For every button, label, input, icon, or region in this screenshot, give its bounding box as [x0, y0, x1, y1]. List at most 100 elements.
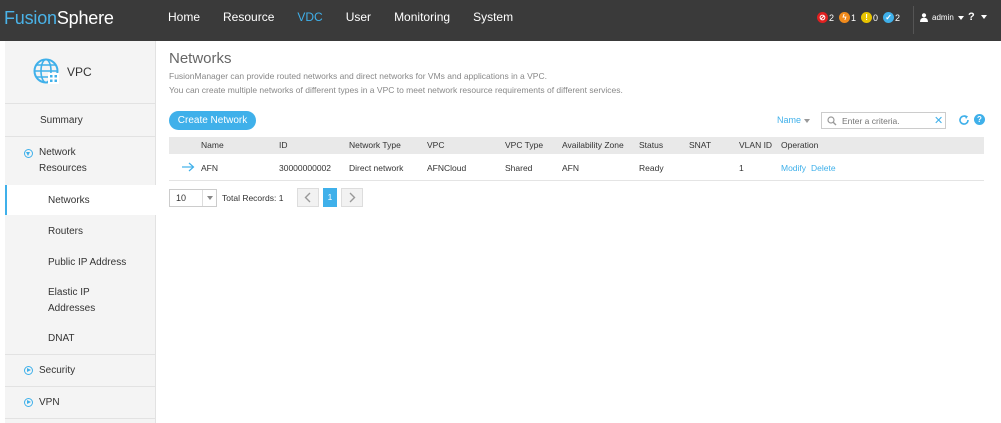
sidebar-item-label-line2: Addresses	[48, 303, 96, 314]
main-nav: Home Resource VDC User Monitoring System	[168, 10, 536, 24]
networks-table: Name ID Network Type VPC VPC Type Availa…	[169, 137, 984, 181]
column-header-network-type[interactable]: Network Type	[349, 140, 401, 150]
chevron-down-icon	[957, 15, 964, 20]
cell-vpc: AFNCloud	[427, 163, 467, 173]
expand-circle-icon	[24, 398, 33, 407]
modify-link[interactable]: Modify	[781, 163, 806, 173]
major-alarm-icon: ϟ	[839, 12, 851, 23]
sidebar-item-label-line1: Network	[39, 147, 76, 158]
prev-page-button[interactable]	[297, 188, 319, 207]
user-icon	[920, 13, 928, 22]
top-bar: FusionSphere Home Resource VDC User Moni…	[0, 0, 1001, 41]
expand-circle-icon	[24, 366, 33, 375]
refresh-icon[interactable]	[958, 114, 970, 126]
cell-id: 30000000002	[279, 163, 332, 173]
chevron-left-icon	[304, 192, 311, 203]
column-header-vpc-type[interactable]: VPC Type	[505, 140, 543, 150]
search-box: ✕	[821, 112, 946, 129]
critical-alarm[interactable]: ⊘ 2	[817, 12, 834, 23]
page-1-button[interactable]: 1	[323, 188, 337, 207]
sidebar-item-label-line2: Resources	[39, 163, 87, 174]
column-header-id[interactable]: ID	[279, 140, 288, 150]
table-row[interactable]: AFN 30000000002 Direct network AFNCloud …	[169, 154, 984, 181]
sidebar-item-label: Routers	[48, 226, 84, 237]
sidebar-item-security[interactable]: Security	[5, 355, 156, 386]
expand-circle-icon	[24, 149, 33, 158]
delete-link[interactable]: Delete	[811, 163, 836, 173]
next-page-button[interactable]	[341, 188, 363, 207]
warning-alarm-count: 2	[895, 12, 901, 23]
nav-home[interactable]: Home	[168, 10, 200, 24]
major-alarm[interactable]: ϟ1	[839, 12, 856, 23]
total-records: Total Records: 1	[222, 192, 284, 203]
sidebar-item-label-line1: Elastic IP	[48, 287, 90, 298]
sidebar-item-public-ip-address[interactable]: Public IP Address	[5, 246, 156, 277]
major-alarm-count: 1	[851, 12, 857, 23]
sidebar-item-network-resources[interactable]: Network Resources	[5, 137, 156, 185]
sidebar-item-routers[interactable]: Routers	[5, 215, 156, 246]
nav-monitoring[interactable]: Monitoring	[394, 10, 450, 24]
expand-row-arrow-icon[interactable]	[181, 162, 195, 172]
sidebar-item-label: VPN	[39, 397, 60, 408]
user-menu[interactable]: admin	[920, 13, 964, 22]
sidebar-item-label: Summary	[40, 115, 83, 126]
topbar-divider	[913, 6, 914, 34]
cell-vpc-type: Shared	[505, 163, 533, 173]
nav-vdc[interactable]: VDC	[297, 10, 322, 24]
page-size-select[interactable]: 10	[169, 188, 217, 207]
sidebar-item-elastic-ip-addresses[interactable]: Elastic IP Addresses	[5, 277, 156, 323]
search-icon	[827, 116, 837, 126]
nav-resource[interactable]: Resource	[223, 10, 274, 24]
pagination: 10 Total Records: 1	[169, 188, 283, 207]
column-header-operation: Operation	[781, 140, 819, 150]
sidebar: VPC Summary Network Resources Networks R…	[5, 41, 156, 423]
minor-alarm-count: 0	[873, 12, 879, 23]
minor-alarm[interactable]: ! 0	[861, 12, 878, 23]
search-input[interactable]	[842, 115, 927, 127]
minor-alarm-icon: !	[861, 12, 873, 23]
sidebar-item-vpn[interactable]: VPN	[5, 387, 156, 418]
cell-network-type: Direct network	[349, 163, 404, 173]
table-header: Name ID Network Type VPC VPC Type Availa…	[169, 137, 984, 154]
sidebar-item-label: Security	[39, 365, 76, 376]
warning-alarm-icon: ✓	[883, 12, 895, 23]
cell-name: AFN	[201, 163, 218, 173]
column-header-status[interactable]: Status	[639, 140, 663, 150]
help-menu[interactable]: ?	[968, 11, 987, 23]
logo-part2: Sphere	[56, 8, 114, 28]
column-header-vpc[interactable]: VPC	[427, 140, 444, 150]
sidebar-item-dnat[interactable]: DNAT	[5, 323, 156, 353]
sort-field-select[interactable]: Name	[777, 115, 811, 125]
critical-alarm-count: 2	[829, 12, 835, 23]
column-header-vlan-id[interactable]: VLAN ID	[739, 140, 772, 150]
app-logo[interactable]: FusionSphere	[4, 8, 114, 29]
sidebar-item-networks[interactable]: Networks	[5, 185, 156, 215]
divider	[5, 418, 156, 419]
clear-icon[interactable]: ✕	[934, 116, 943, 127]
sidebar-item-label: DNAT	[48, 333, 75, 344]
cell-vlan-id: 1	[739, 163, 744, 173]
chevron-right-icon	[349, 192, 356, 203]
sidebar-item-summary[interactable]: Summary	[5, 104, 156, 136]
chevron-down-icon	[804, 118, 811, 123]
column-header-availability-zone[interactable]: Availability Zone	[562, 140, 624, 150]
page-help-icon[interactable]: ?	[974, 114, 985, 125]
cell-status: Ready	[639, 163, 664, 173]
column-header-name[interactable]: Name	[201, 140, 224, 150]
critical-alarm-icon: ⊘	[817, 12, 828, 23]
cell-availability-zone: AFN	[562, 163, 579, 173]
chevron-down-icon	[202, 189, 216, 206]
column-header-snat[interactable]: SNAT	[689, 140, 711, 150]
help-icon: ?	[968, 11, 975, 23]
nav-system[interactable]: System	[473, 10, 513, 24]
sidebar-item-label: Public IP Address	[48, 257, 127, 268]
warning-alarm[interactable]: ✓ 2	[883, 12, 900, 23]
vpc-globe-icon	[33, 58, 59, 84]
page-description-line1: FusionManager can provide routed network…	[169, 71, 547, 81]
sidebar-title: VPC	[67, 65, 92, 79]
alarm-summary: ⊘ 2 ϟ1 ! 0 ✓ 2	[817, 12, 905, 23]
page-title: Networks	[169, 50, 232, 67]
nav-user[interactable]: User	[346, 10, 371, 24]
create-network-button[interactable]: Create Network	[169, 111, 256, 130]
sidebar-header: VPC	[5, 41, 156, 104]
